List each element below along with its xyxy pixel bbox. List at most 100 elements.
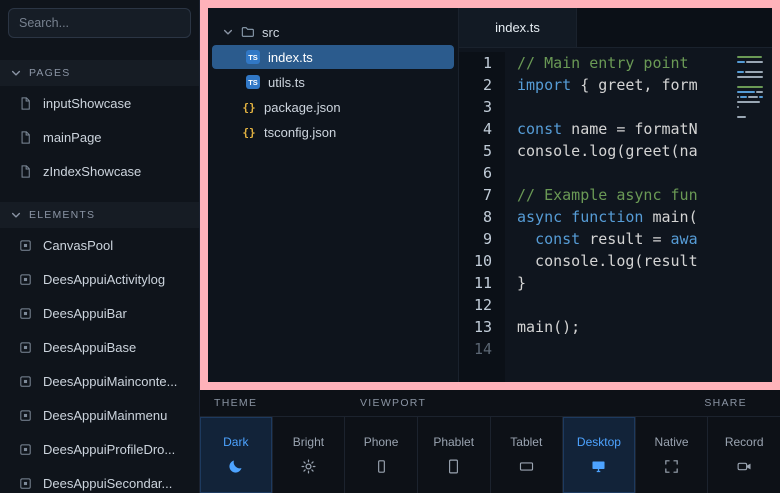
native-icon <box>663 458 680 475</box>
sidebar-item-zIndexShowcase[interactable]: zIndexShowcase <box>0 154 199 188</box>
line-number: 9 <box>459 228 492 250</box>
viewport-button-phone[interactable]: Phone <box>345 417 418 493</box>
search-input[interactable] <box>8 8 191 38</box>
code-token: } <box>517 274 526 292</box>
code-token: const <box>535 230 580 248</box>
sidebar-item-label: DeesAppuiMainmenu <box>43 408 167 423</box>
sidebar-item-label: zIndexShowcase <box>43 164 141 179</box>
sidebar-item-DeesAppuiActivitylog[interactable]: DeesAppuiActivitylog <box>0 262 199 296</box>
phone-icon <box>373 458 390 475</box>
json-file-icon: {} <box>242 100 256 114</box>
tree-file-package.json[interactable]: {}package.json <box>212 95 454 119</box>
minimap-mark <box>737 76 763 78</box>
minimap-line <box>737 81 767 83</box>
tree-file-tsconfig.json[interactable]: {}tsconfig.json <box>212 120 454 144</box>
sidebar: PAGESinputShowcasemainPage zIndexShowcase… <box>0 0 200 493</box>
component-icon <box>18 408 33 423</box>
minimap-line <box>737 101 767 103</box>
line-number: 1 <box>459 52 492 74</box>
viewport-button-dark[interactable]: Dark <box>200 417 273 493</box>
sidebar-item-DeesAppuiBar[interactable]: DeesAppuiBar <box>0 296 199 330</box>
code-token: // Main entry point <box>517 54 689 72</box>
code-line <box>517 294 772 316</box>
viewport-button-phablet[interactable]: Phablet <box>418 417 491 493</box>
tree-file-index.ts[interactable]: TSindex.ts <box>212 45 454 69</box>
code-line: console.log(result <box>517 250 772 272</box>
code-token: main(); <box>517 318 580 336</box>
folder-icon <box>240 24 256 40</box>
line-number: 5 <box>459 140 492 162</box>
viewport-button-desktop[interactable]: Desktop <box>563 417 636 493</box>
sidebar-item-DeesAppuiSecondar[interactable]: DeesAppuiSecondar... <box>0 466 199 493</box>
minimap-line <box>737 111 767 113</box>
tree-folder-src[interactable]: src <box>212 20 454 44</box>
code-line: } <box>517 272 772 294</box>
file-tree: srcTSindex.tsTSutils.ts{}package.json{}t… <box>208 8 458 382</box>
line-number: 14 <box>459 338 492 360</box>
document-icon <box>18 96 33 111</box>
sidebar-section-pages[interactable]: PAGES <box>0 60 199 86</box>
line-number: 3 <box>459 96 492 118</box>
code-token: awa <box>671 230 698 248</box>
line-number: 12 <box>459 294 492 316</box>
code-line: main(); <box>517 316 772 338</box>
viewport-button-label: Phablet <box>433 435 474 449</box>
chevron-down-icon <box>222 26 234 38</box>
toolbar-group-labels: THEME VIEWPORT SHARE <box>200 390 780 417</box>
code-token: const <box>517 120 562 138</box>
app-root: PAGESinputShowcasemainPage zIndexShowcase… <box>0 0 780 493</box>
desktop-icon <box>590 458 607 475</box>
tree-folder-label: src <box>262 25 279 40</box>
line-number: 13 <box>459 316 492 338</box>
search-container <box>0 0 199 46</box>
minimap-mark <box>740 96 747 98</box>
viewport-button-tablet[interactable]: Tablet <box>491 417 564 493</box>
sidebar-item-DeesAppuiMainconte[interactable]: DeesAppuiMainconte... <box>0 364 199 398</box>
code-token: import <box>517 76 571 94</box>
sidebar-item-label: DeesAppuiBase <box>43 340 136 355</box>
sidebar-item-label: DeesAppuiBar <box>43 306 127 321</box>
tablet-icon <box>518 458 535 475</box>
sidebar-item-label: DeesAppuiSecondar... <box>43 476 172 491</box>
sidebar-item-label: DeesAppuiProfileDro... <box>43 442 175 457</box>
viewport-button-record[interactable]: Record <box>708 417 780 493</box>
code-line: async function main( <box>517 206 772 228</box>
editor-pane: index.ts 1234567891011121314 // Main ent… <box>458 8 772 382</box>
component-icon <box>18 442 33 457</box>
code-token <box>517 230 535 248</box>
tree-file-utils.ts[interactable]: TSutils.ts <box>212 70 454 94</box>
line-number: 8 <box>459 206 492 228</box>
sidebar-item-DeesAppuiBase[interactable]: DeesAppuiBase <box>0 330 199 364</box>
sidebar-item-mainPage[interactable]: mainPage <box>0 120 199 154</box>
editor-tab-bar: index.ts <box>459 8 772 48</box>
code-token: async function <box>517 208 643 226</box>
tab-index.ts[interactable]: index.ts <box>459 8 577 47</box>
minimap-mark <box>737 96 739 98</box>
tree-file-label: tsconfig.json <box>264 125 336 140</box>
minimap-mark <box>737 71 744 73</box>
viewport-button-native[interactable]: Native <box>636 417 709 493</box>
minimap-mark <box>737 91 755 93</box>
code-token: name = formatN <box>562 120 697 138</box>
viewport-button-bright[interactable]: Bright <box>273 417 346 493</box>
record-icon <box>736 458 753 475</box>
document-icon <box>18 130 33 145</box>
component-icon <box>18 306 33 321</box>
tree-file-label: index.ts <box>268 50 313 65</box>
phablet-icon <box>445 458 462 475</box>
section-label: ELEMENTS <box>29 209 95 221</box>
minimap-mark <box>759 96 763 98</box>
minimap[interactable] <box>737 53 767 126</box>
viewport-button-label: Native <box>655 435 689 449</box>
sidebar-item-DeesAppuiProfileDro[interactable]: DeesAppuiProfileDro... <box>0 432 199 466</box>
sidebar-item-inputShowcase[interactable]: inputShowcase <box>0 86 199 120</box>
main-column: srcTSindex.tsTSutils.ts{}package.json{}t… <box>200 0 780 493</box>
sidebar-item-CanvasPool[interactable]: CanvasPool <box>0 228 199 262</box>
minimap-line <box>737 56 767 58</box>
code-token: console.log(result <box>517 252 698 270</box>
line-number-gutter: 1234567891011121314 <box>459 52 505 382</box>
code-text[interactable]: // Main entry pointimport { greet, form … <box>505 52 772 382</box>
sidebar-section-elements[interactable]: ELEMENTS <box>0 202 199 228</box>
sidebar-item-DeesAppuiMainmenu[interactable]: DeesAppuiMainmenu <box>0 398 199 432</box>
minimap-line <box>737 86 767 88</box>
